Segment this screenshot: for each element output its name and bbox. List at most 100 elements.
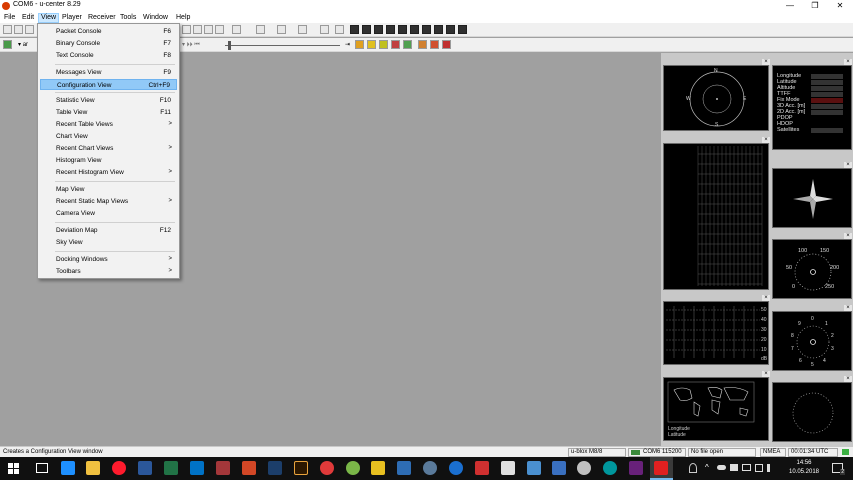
menu-messages-view[interactable]: Messages View F9 <box>40 67 177 78</box>
menu-text-console[interactable]: Text Console F8 <box>40 50 177 61</box>
window-layout-icon[interactable] <box>193 25 202 34</box>
world-map-icon[interactable] <box>374 25 383 34</box>
maximize-button[interactable]: ❐ <box>803 0 827 12</box>
tray-chevron-icon[interactable]: ^ <box>705 463 709 472</box>
onedrive-icon[interactable] <box>717 465 726 470</box>
people-icon[interactable] <box>689 463 697 473</box>
clock-date[interactable]: 10.05.2018 <box>780 469 828 475</box>
baudrate-combo[interactable]: ▾ ar <box>18 41 28 48</box>
close-icon[interactable]: × <box>844 305 852 311</box>
satellite-gauge-pane[interactable]: 0 1 2 3 4 5 6 7 8 9 <box>772 311 852 371</box>
action-center-icon[interactable]: 2 <box>832 463 845 475</box>
tile-view-icon[interactable] <box>215 25 224 34</box>
close-icon[interactable]: × <box>844 376 852 382</box>
outlook-icon[interactable] <box>190 461 204 475</box>
menu-receiver[interactable]: Receiver <box>86 13 118 23</box>
arduino-icon[interactable] <box>603 461 617 475</box>
menu-docking-windows[interactable]: Docking Windows > <box>40 254 177 265</box>
app-icon[interactable] <box>320 461 334 475</box>
menu-window[interactable]: Window <box>141 13 170 23</box>
speed-view-icon[interactable] <box>398 25 407 34</box>
app-icon[interactable] <box>475 461 489 475</box>
close-icon[interactable]: × <box>762 371 770 377</box>
menu-camera-view[interactable]: Camera View <box>40 208 177 219</box>
menu-recent-static-map-views[interactable]: Recent Static Map Views > <box>40 196 177 207</box>
menu-tools[interactable]: Tools <box>118 13 138 23</box>
compass-pane[interactable] <box>772 168 852 228</box>
player-controls[interactable]: ▾ ⏵⏵ ⏮ <box>182 41 200 49</box>
poll-icon[interactable] <box>367 40 376 49</box>
opera-icon[interactable] <box>112 461 126 475</box>
clock-view-icon[interactable] <box>422 25 431 34</box>
app-icon[interactable] <box>397 461 411 475</box>
satellite-view-icon[interactable] <box>410 25 419 34</box>
chart-icon[interactable] <box>256 25 265 34</box>
menu-map-view[interactable]: Map View <box>40 184 177 195</box>
settings-icon[interactable] <box>418 40 427 49</box>
battery-icon[interactable] <box>742 464 751 471</box>
volume-icon[interactable] <box>767 464 775 472</box>
sky-view-pane[interactable]: N S E W <box>663 65 769 131</box>
info-view-icon[interactable] <box>446 25 455 34</box>
camera-view-icon[interactable] <box>458 25 467 34</box>
windows-start-icon[interactable] <box>8 463 19 474</box>
app-icon[interactable] <box>371 461 385 475</box>
timeline-end-icon[interactable]: ⇥ <box>345 41 350 48</box>
compass-view-icon[interactable] <box>386 25 395 34</box>
gnss-icon[interactable] <box>391 40 400 49</box>
open-file-icon[interactable] <box>14 25 23 34</box>
clock-time[interactable]: 14:56 <box>780 460 828 466</box>
menu-file[interactable]: File <box>2 13 17 23</box>
powerpoint-icon[interactable] <box>242 461 256 475</box>
photoshop-icon[interactable] <box>268 461 282 475</box>
menu-player[interactable]: Player <box>60 13 84 23</box>
close-icon[interactable]: × <box>844 59 852 65</box>
pane-icon[interactable] <box>232 25 241 34</box>
excel-icon[interactable] <box>164 461 178 475</box>
app-icon[interactable] <box>449 461 463 475</box>
split-view-icon[interactable] <box>204 25 213 34</box>
new-file-icon[interactable] <box>3 25 12 34</box>
app-icon[interactable] <box>346 461 360 475</box>
menu-statistic-view[interactable]: Statistic View F10 <box>40 95 177 106</box>
edge-icon[interactable] <box>61 461 75 475</box>
close-button[interactable]: ✕ <box>828 0 852 12</box>
menu-deviation-map[interactable]: Deviation Map F12 <box>40 225 177 236</box>
close-icon[interactable]: × <box>844 162 852 168</box>
record-icon[interactable] <box>355 40 364 49</box>
menu-sky-view[interactable]: Sky View <box>40 237 177 248</box>
minimize-button[interactable]: — <box>778 0 802 12</box>
app-icon[interactable] <box>577 461 591 475</box>
network-icon[interactable] <box>755 464 763 472</box>
menu-help[interactable]: Help <box>174 13 192 23</box>
table-icon[interactable] <box>277 25 286 34</box>
signal-strength-pane[interactable]: 50 40 30 20 10 dB <box>663 301 769 365</box>
signal-grid-pane[interactable] <box>663 143 769 290</box>
close-icon[interactable]: × <box>844 233 852 239</box>
word-icon[interactable] <box>138 461 152 475</box>
speedometer-pane[interactable]: 100 150 50 200 0 250 <box>772 239 852 299</box>
print-icon[interactable] <box>182 25 191 34</box>
timeline-knob[interactable] <box>228 41 231 50</box>
data-info-pane[interactable]: Longitude Latitude Altitude TTFF Fix Mod… <box>772 65 852 150</box>
connection-icon[interactable] <box>3 40 12 49</box>
tray-icon[interactable] <box>730 464 738 471</box>
menu-edit[interactable]: Edit <box>20 13 36 23</box>
visual-studio-icon[interactable] <box>629 461 643 475</box>
save-file-icon[interactable] <box>25 25 34 34</box>
menu-histogram-view[interactable]: Histogram View <box>40 155 177 166</box>
menu-binary-console[interactable]: Binary Console F7 <box>40 38 177 49</box>
autobaud-icon[interactable] <box>379 40 388 49</box>
menu-packet-console[interactable]: Packet Console F6 <box>40 26 177 37</box>
task-view-icon[interactable] <box>36 463 48 473</box>
app-icon[interactable] <box>527 461 541 475</box>
histogram-icon[interactable] <box>320 25 329 34</box>
menu-recent-table-views[interactable]: Recent Table Views > <box>40 119 177 130</box>
close-icon[interactable]: × <box>762 137 770 143</box>
sky-view-icon[interactable] <box>350 25 359 34</box>
ucenter-taskbar-button[interactable] <box>650 457 673 480</box>
deviation-icon[interactable] <box>335 25 344 34</box>
debug-icon[interactable] <box>430 40 439 49</box>
app-icon[interactable] <box>423 461 437 475</box>
app-icon[interactable] <box>552 461 566 475</box>
